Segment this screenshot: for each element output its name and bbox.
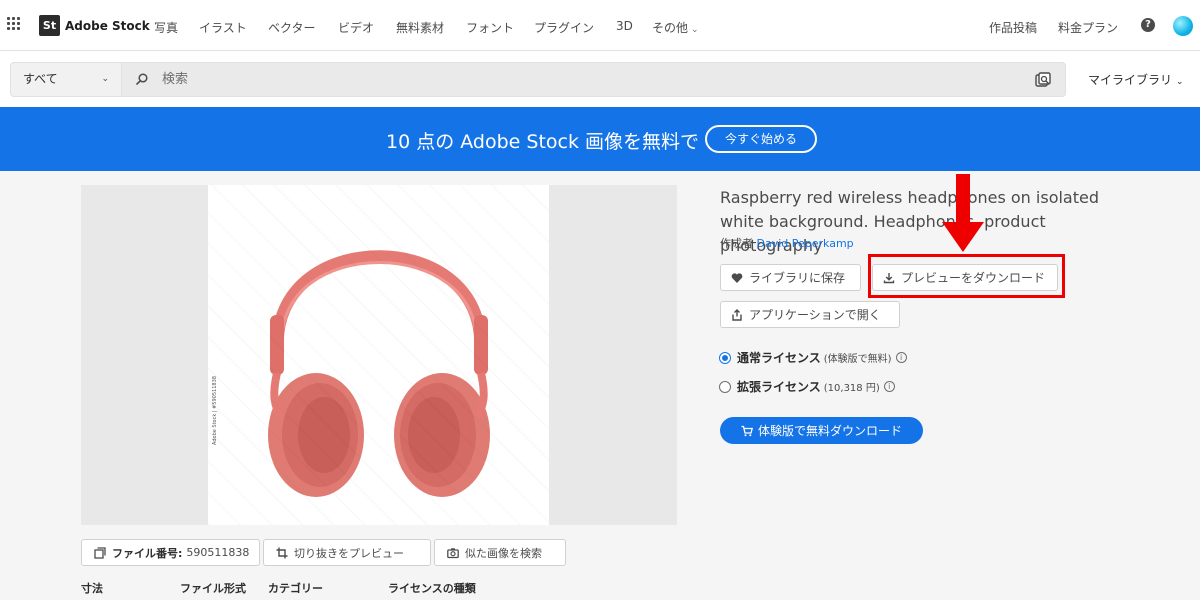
search-input[interactable] <box>162 63 1022 96</box>
red-arrow-shaft <box>956 174 970 224</box>
user-avatar[interactable] <box>1173 16 1193 36</box>
spec-label-file-format: ファイル形式 <box>180 582 246 595</box>
nav-link-contribute[interactable]: 作品投稿 <box>989 19 1037 36</box>
license-name: 通常ライセンス <box>737 351 821 365</box>
license-option-extended[interactable]: 拡張ライセンス (10,318 円) i <box>719 378 895 395</box>
search-row: すべて ⌄ マイライブラリ⌄ <box>0 51 1200 107</box>
file-id-label: ファイル番号: <box>112 546 183 560</box>
save-to-library-label: ライブラリに保存 <box>749 271 846 285</box>
search-box[interactable] <box>122 62 1066 97</box>
nav-link-photos[interactable]: 写真 <box>154 19 178 36</box>
chevron-down-icon: ⌄ <box>691 25 699 35</box>
radio-selected[interactable] <box>719 351 731 364</box>
nav-link-free[interactable]: 無料素材 <box>396 19 444 36</box>
info-icon[interactable]: i <box>883 381 895 392</box>
open-in-app-label: アプリケーションで開く <box>749 308 881 322</box>
nav-link-3d[interactable]: 3D <box>616 19 633 33</box>
logo-mark: St <box>39 15 60 36</box>
free-trial-download-button[interactable]: 体験版で無料ダウンロード <box>720 417 923 444</box>
spec-label-dimensions: 寸法 <box>81 582 103 595</box>
nav-link-more[interactable]: その他 ⌄ <box>652 19 699 36</box>
red-arrow-head <box>942 222 984 252</box>
nav-link-more-label: その他 <box>652 21 689 35</box>
visual-search-icon[interactable] <box>1035 72 1051 88</box>
vertical-credit-text: Adobe Stock | #590511838 <box>212 376 218 445</box>
spec-label-license-type: ライセンスの種類 <box>388 582 476 595</box>
crop-preview-label: 切り抜きをプレビュー <box>294 546 404 560</box>
save-to-library-button[interactable]: ライブラリに保存 <box>720 264 861 291</box>
free-trial-download-label: 体験版で無料ダウンロード <box>757 424 902 438</box>
license-option-standard[interactable]: 通常ライセンス (体験版で無料) i <box>719 349 907 366</box>
search-scope-value: すべて <box>23 72 58 86</box>
nav-link-fonts[interactable]: フォント <box>466 19 514 36</box>
chevron-down-icon: ⌄ <box>1176 77 1184 87</box>
info-icon[interactable]: i <box>895 352 907 363</box>
find-similar-button[interactable]: 似た画像を検索 <box>434 539 566 566</box>
find-similar-label: 似た画像を検索 <box>465 546 542 560</box>
camera-icon <box>447 547 459 558</box>
spec-label-category: カテゴリー <box>268 582 323 595</box>
asset-preview-image[interactable]: Adobe Stock | #590511838 <box>208 185 549 525</box>
file-id-value: 590511838 <box>186 546 250 559</box>
nav-link-illustrations[interactable]: イラスト <box>199 19 247 36</box>
nav-link-pricing[interactable]: 料金プラン <box>1058 19 1118 36</box>
license-name: 拡張ライセンス <box>737 380 821 394</box>
license-note: (体験版で無料) <box>823 354 892 365</box>
file-id-button[interactable]: ファイル番号: 590511838 <box>81 539 260 566</box>
my-library-menu[interactable]: マイライブラリ ⌄ <box>1088 71 1184 88</box>
adobe-stock-logo[interactable]: St Adobe Stock <box>39 15 150 36</box>
app-switcher-icon[interactable] <box>7 17 21 31</box>
author-line: 作成者 David Peperkamp <box>720 235 854 251</box>
nav-link-videos[interactable]: ビデオ <box>338 19 374 36</box>
nav-link-vectors[interactable]: ベクター <box>268 19 316 36</box>
promo-start-button[interactable]: 今すぐ始める <box>705 125 817 153</box>
crop-preview-button[interactable]: 切り抜きをプレビュー <box>263 539 431 566</box>
chevron-down-icon: ⌄ <box>101 74 109 84</box>
top-navigation-bar: St Adobe Stock 写真 イラスト ベクター ビデオ 無料素材 フォン… <box>0 0 1200 51</box>
open-in-app-button[interactable]: アプリケーションで開く <box>720 301 900 328</box>
help-icon[interactable]: ? <box>1141 18 1155 32</box>
logo-text: Adobe Stock <box>65 18 150 33</box>
crop-icon <box>276 547 288 558</box>
share-icon <box>732 308 742 321</box>
copy-icon <box>94 546 106 559</box>
author-label: 作成者 <box>720 237 753 250</box>
my-library-label: マイライブラリ <box>1088 73 1173 87</box>
search-icon <box>136 73 148 85</box>
radio-unselected[interactable] <box>719 380 731 393</box>
cart-icon <box>741 425 753 436</box>
watermark-pattern <box>208 185 549 525</box>
license-note: (10,318 円) <box>823 383 880 394</box>
nav-link-plugins[interactable]: プラグイン <box>534 19 594 36</box>
promo-text: 10 点の Adobe Stock 画像を無料で <box>386 131 700 153</box>
author-link[interactable]: David Peperkamp <box>757 237 854 250</box>
heart-icon <box>731 272 743 283</box>
search-scope-dropdown[interactable]: すべて ⌄ <box>10 62 122 97</box>
red-highlight-box <box>868 254 1065 298</box>
promo-banner: 10 点の Adobe Stock 画像を無料で 今すぐ始める <box>0 107 1200 171</box>
